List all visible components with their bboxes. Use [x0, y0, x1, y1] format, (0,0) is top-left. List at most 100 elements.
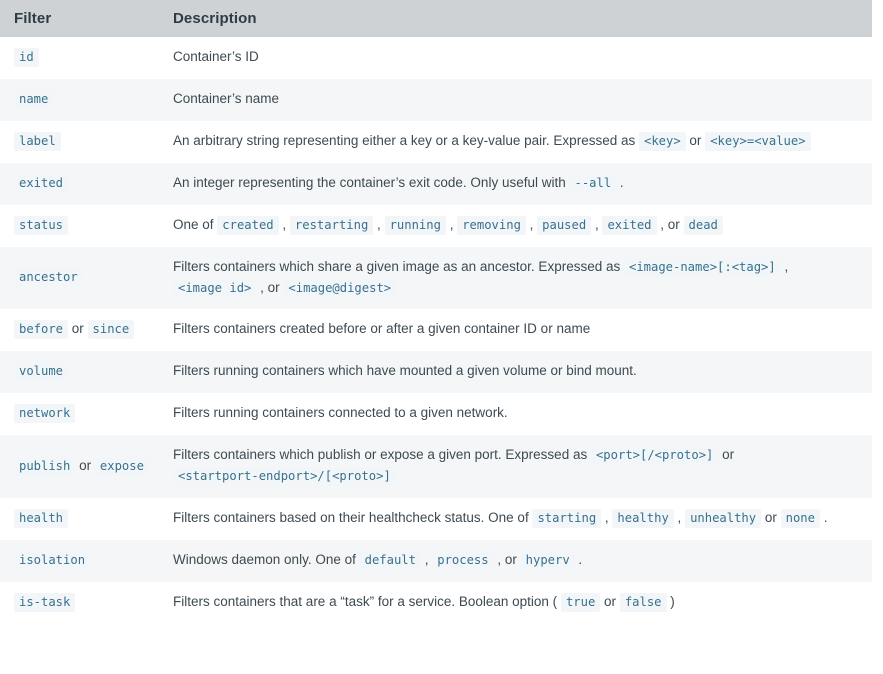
filter-description-code-token: true	[560, 592, 601, 612]
filter-description-cell: Filters containers which publish or expo…	[163, 435, 872, 498]
filter-description-text: Container’s ID	[173, 49, 259, 64]
filter-description-text: or	[761, 510, 781, 526]
filter-description-code-token: created	[217, 215, 279, 235]
filter-name-code-token: label	[14, 131, 61, 151]
table-row: id Container’s ID	[0, 37, 872, 79]
filter-description-code-token: <image-name>[:<tag>]	[623, 257, 781, 277]
table-row: publish or expose Filters containers whic…	[0, 435, 872, 499]
filter-name-code-token: ancestor	[14, 268, 83, 288]
filter-description-text: Filters running containers which have mo…	[173, 363, 637, 379]
filter-description-code-token: restarting	[289, 215, 374, 235]
filter-description-code-token: false	[619, 592, 667, 612]
filter-description-code-token: dead	[683, 215, 723, 235]
filter-description-text: .	[616, 174, 624, 190]
table-row: exited An integer representing the contai…	[0, 162, 872, 205]
filter-name-cell: volume	[0, 351, 163, 393]
filter-description-cell: Filters containers which share a given i…	[163, 247, 872, 310]
filter-description-text: An arbitrary string representing either …	[173, 132, 639, 148]
filter-description-text: ,	[420, 551, 433, 567]
filter-name-cell: health	[0, 498, 163, 540]
filter-name-code-token: exited	[14, 173, 69, 193]
filter-description-text: ,	[278, 216, 290, 232]
table-row: is-task Filters containers that are a “ta…	[0, 581, 872, 624]
filter-description-code-token: running	[384, 215, 446, 235]
filter-description-cell: An integer representing the container’s …	[163, 163, 872, 205]
filter-description-cell: An arbitrary string representing either …	[163, 121, 872, 163]
filter-description-code-token: <image@digest>	[283, 278, 397, 298]
filter-description-text: Filters containers which share a given i…	[173, 258, 624, 274]
filter-description-text: ,	[591, 216, 603, 232]
filter-description-text: or	[600, 593, 620, 609]
filter-description-text: Filters running containers connected to …	[173, 405, 508, 421]
table-body: id Container’s ID name Container’s name labe…	[0, 37, 872, 624]
filter-description-text: ,	[673, 510, 686, 526]
filter-name-text: or	[68, 321, 88, 337]
table-header-row: Filter Description	[0, 0, 872, 37]
filter-description-text: ,	[373, 216, 385, 232]
table-row: volume Filters running containers which h…	[0, 351, 872, 394]
table-row: before or since Filters containers create…	[0, 309, 872, 352]
filter-name-code-token: is-task	[14, 592, 76, 612]
filter-description-cell: One of created , restarting , running , …	[163, 205, 872, 247]
table-row: isolation Windows daemon only. One of def…	[0, 539, 872, 582]
filter-description-cell: Filters containers based on their health…	[163, 498, 872, 540]
filter-name-code-token: before	[14, 320, 69, 340]
filter-name-code-token: publish	[14, 456, 76, 476]
filter-description-text: Filters containers which publish or expo…	[173, 447, 591, 463]
filter-description-text: Container’s name	[173, 90, 280, 106]
table-row: status One of created , restarting , runn…	[0, 204, 872, 247]
filter-name-code-token: expose	[94, 456, 149, 476]
filter-name-cell: network	[0, 393, 163, 435]
filter-description-code-token: <port>[/<proto>]	[590, 446, 719, 466]
filter-name-cell: name	[0, 79, 163, 121]
filter-description-cell: Filters containers that are a “task” for…	[163, 582, 872, 624]
filter-name-code-token: health	[14, 509, 69, 529]
filter-description-code-token: exited	[602, 215, 657, 235]
filter-description-text: ,	[445, 216, 458, 232]
filter-description-text: , or	[656, 216, 684, 232]
filter-name-cell: status	[0, 205, 163, 247]
filter-name-cell: id	[0, 37, 163, 79]
filter-description-text: Filters containers created before or aft…	[173, 321, 591, 337]
filter-description-text: ,	[601, 510, 613, 526]
table-row: ancestor Filters containers which share a…	[0, 246, 872, 310]
filter-description-cell: Filters running containers connected to …	[163, 393, 872, 435]
filter-description-text: , or	[256, 279, 284, 295]
table-row: label An arbitrary string representing ei…	[0, 120, 872, 163]
table-header: Filter Description	[0, 0, 872, 37]
filter-description-code-token: none	[780, 509, 820, 529]
filter-description-code-token: <image id>	[173, 278, 257, 298]
filter-description-code-token: <startport-endport>/[<proto>]	[173, 467, 396, 487]
filter-description-text: or	[718, 447, 735, 463]
table-row: health Filters containers based on their …	[0, 498, 872, 540]
filter-description-cell: Container’s ID	[163, 37, 872, 79]
filter-description-code-token: unhealthy	[685, 509, 762, 529]
table-row: name Container’s name	[0, 78, 872, 121]
filter-description-text: Filters containers based on their health…	[173, 510, 533, 526]
filter-description-cell: Windows daemon only. One of default , pr…	[163, 540, 872, 582]
filter-name-cell: publish or expose	[0, 435, 163, 498]
filter-reference-table: Filter Description id Container’s ID name C…	[0, 0, 872, 624]
filter-description-text: ,	[525, 216, 538, 232]
filter-description-cell: Filters containers created before or aft…	[163, 309, 872, 351]
filter-description-code-token: removing	[457, 215, 526, 235]
column-header-filter: Filter	[0, 0, 163, 37]
column-header-description: Description	[163, 0, 872, 37]
filter-name-cell: label	[0, 121, 163, 163]
filter-description-text: Windows daemon only. One of	[173, 551, 360, 567]
filter-description-text: , or	[493, 551, 521, 567]
filter-name-text: or	[75, 457, 95, 473]
filter-description-text: An integer representing the container’s …	[173, 174, 570, 190]
filter-description-code-token: healthy	[612, 509, 674, 529]
filter-name-code-token: network	[14, 404, 76, 424]
filter-name-cell: before or since	[0, 309, 163, 351]
filter-name-code-token: volume	[14, 362, 69, 382]
filter-description-text: )	[666, 593, 675, 609]
filter-description-text: or	[685, 132, 706, 148]
filter-name-code-token: since	[87, 320, 135, 340]
filter-name-cell: exited	[0, 163, 163, 205]
filter-name-code-token: name	[14, 89, 54, 109]
filter-description-cell: Filters running containers which have mo…	[163, 351, 872, 393]
filter-name-code-token: status	[14, 215, 69, 235]
filter-description-code-token: <key>=<value>	[705, 131, 811, 151]
